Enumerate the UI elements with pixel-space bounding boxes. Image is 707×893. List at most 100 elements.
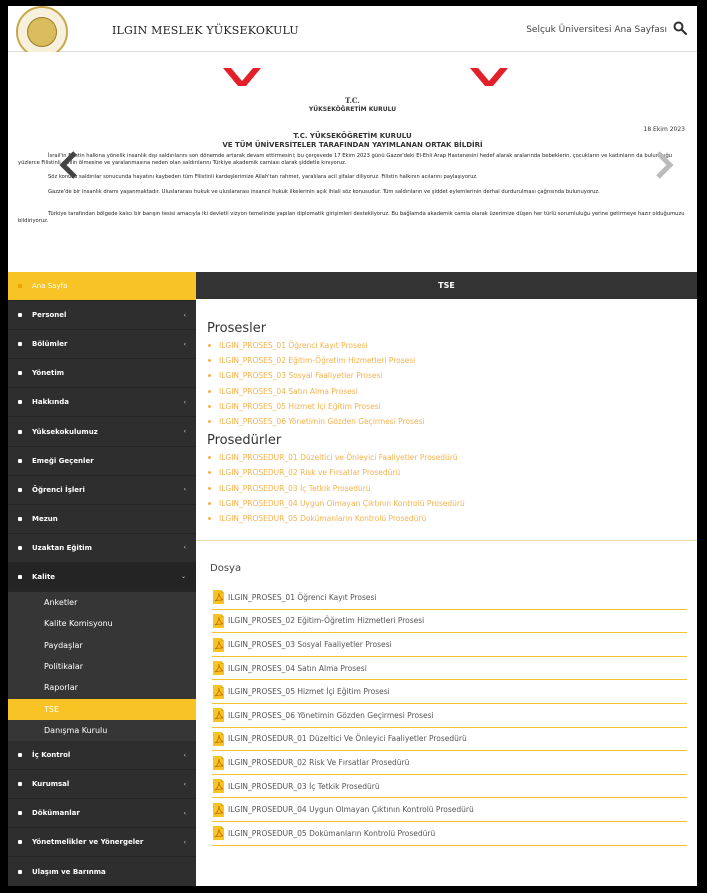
document-link[interactable]: ILGIN_PROSEDUR_02 Risk ve Fırsatlar Pros…: [208, 465, 697, 480]
document-link-label: ILGIN_PROSES_05 Hizmet İçi Eğitim Proses…: [219, 401, 381, 411]
sidebar-item-label: Ulaşım ve Barınma: [32, 867, 106, 876]
document-link[interactable]: ILGIN_PROSES_01 Öğrenci Kayıt Prosesi: [208, 338, 697, 353]
sidebar-subitem-politikalar[interactable]: Politikalar: [8, 655, 196, 678]
chevron-left-icon: ‹: [183, 780, 186, 788]
sidebar-item-label: Öğrenci İşleri: [32, 485, 85, 494]
university-logo[interactable]: [16, 6, 68, 58]
file-name[interactable]: ILGIN_PROSEDUR_04 Uygun Olmayan Çıktının…: [228, 805, 474, 814]
sidebar-subitem-payda-lar[interactable]: Paydaşlar: [8, 634, 196, 656]
sidebar-subitem-tse[interactable]: TSE: [8, 698, 196, 720]
chevron-left-icon: ‹: [183, 398, 186, 406]
file-row[interactable]: ILGIN_PROSEDUR_02 Risk Ve Fırsatlar Pros…: [212, 751, 687, 775]
chevron-left-icon: ‹: [183, 544, 186, 552]
pdf-file-icon: [212, 637, 225, 653]
file-name[interactable]: ILGIN_PROSES_03 Sosyal Faaliyetler Prose…: [228, 640, 392, 649]
chevron-left-icon: ‹: [183, 809, 186, 817]
sidebar-item-personel[interactable]: Personel ‹: [8, 301, 196, 331]
sidebar-item-ana-sayfa[interactable]: Ana Sayfa: [8, 272, 196, 302]
council-label: YÜKSEKÖĞRETİM KURULU: [308, 106, 397, 113]
sidebar-item-b-l-mler[interactable]: Bölümler ‹: [8, 330, 196, 360]
file-row[interactable]: ILGIN_PROSES_03 Sosyal Faaliyetler Prose…: [212, 633, 687, 657]
sidebar-subitem-raporlar[interactable]: Raporlar: [8, 677, 196, 699]
sidebar-item-ula-m-ve-bar-nma[interactable]: Ulaşım ve Barınma: [8, 857, 196, 886]
file-row[interactable]: ILGIN_PROSEDUR_01 Düzeltici Ve Önleyici …: [212, 728, 687, 752]
top-header: ILGIN MESLEK YÜKSEKOKULU Selçuk Üniversi…: [8, 6, 697, 58]
file-row[interactable]: ILGIN_PROSEDUR_04 Uygun Olmayan Çıktının…: [212, 798, 687, 822]
file-row[interactable]: ILGIN_PROSES_06 Yönetimin Gözden Geçirme…: [212, 704, 687, 728]
chevron-down-icon: ⌄: [180, 573, 186, 581]
document-link[interactable]: ILGIN_PROSES_06 Yönetimin Gözden Geçirme…: [208, 414, 697, 429]
file-name[interactable]: ILGIN_PROSES_05 Hizmet İçi Eğitim Proses…: [228, 687, 390, 696]
sidebar-item-label: Dökümanlar: [32, 809, 80, 818]
sidebar-item-kurumsal[interactable]: Kurumsal ‹: [8, 770, 196, 800]
bullet-icon: [208, 471, 211, 475]
document-link[interactable]: ILGIN_PROSEDUR_05 Dokümanların Kontrolü …: [208, 511, 697, 526]
chevron-left-icon[interactable]: [58, 150, 80, 180]
chevron-left-icon: ‹: [183, 311, 186, 319]
bullet-icon: [18, 487, 22, 492]
file-name[interactable]: ILGIN_PROSEDUR_03 İç Tetkik Prosedürü: [228, 782, 380, 791]
sidebar-item-i-kontrol[interactable]: İç Kontrol ‹: [8, 741, 196, 771]
school-name[interactable]: ILGIN MESLEK YÜKSEKOKULU: [112, 24, 299, 37]
sidebar-item-kalite[interactable]: Kalite ⌄: [8, 562, 196, 593]
prosedur-list: ILGIN_PROSEDUR_01 Düzeltici ve Önleyici …: [208, 450, 697, 526]
bullet-icon: [18, 840, 22, 845]
university-home-link[interactable]: Selçuk Üniversitesi Ana Sayfası: [526, 25, 667, 35]
file-row[interactable]: ILGIN_PROSES_01 Öğrenci Kayıt Prosesi: [212, 586, 687, 610]
sidebar-item-mezun[interactable]: Mezun: [8, 505, 196, 534]
file-row[interactable]: ILGIN_PROSES_05 Hizmet İçi Eğitim Proses…: [212, 680, 687, 705]
document-link-label: ILGIN_PROSEDUR_04 Uygun Olmayan Çıktının…: [219, 498, 465, 508]
sidebar-item-label: Yönetmelikler ve Yönergeler: [32, 838, 144, 847]
sidebar-item-eme-i-ge-enler[interactable]: Emeği Geçenler: [8, 447, 196, 476]
sidebar-item-label: Personel: [32, 311, 67, 320]
sidebar-item-label: Yüksekokulumuz: [32, 427, 98, 436]
file-row[interactable]: ILGIN_PROSEDUR_03 İç Tetkik Prosedürü: [212, 775, 687, 799]
sidebar-item-label: Emeği Geçenler: [32, 456, 94, 465]
bullet-icon: [18, 342, 22, 347]
sidebar-subitem-dan-ma-kurulu[interactable]: Danışma Kurulu: [8, 719, 196, 742]
sidebar-item-label: Mezun: [32, 514, 58, 523]
chevron-right-icon[interactable]: [653, 150, 675, 180]
divider: [196, 540, 697, 542]
announcement-slider: T.C. YÜKSEKÖĞRETİM KURULU 18 Ekim 2023 T…: [8, 52, 697, 272]
sidebar-item-y-netmelikler-ve-y-nergeler[interactable]: Yönetmelikler ve Yönergeler ‹: [8, 828, 196, 858]
chevron-left-icon: ‹: [183, 428, 186, 436]
main-content: TSE Prosesler ILGIN_PROSES_01 Öğrenci Ka…: [196, 272, 697, 886]
file-row[interactable]: ILGIN_PROSES_04 Satın Alma Prosesi: [212, 657, 687, 681]
file-name[interactable]: ILGIN_PROSES_01 Öğrenci Kayıt Prosesi: [228, 593, 377, 602]
bullet-icon: [18, 545, 22, 550]
document-link[interactable]: ILGIN_PROSES_03 Sosyal Faaliyetler Prose…: [208, 368, 697, 383]
sidebar-item-hakk-nda[interactable]: Hakkında ‹: [8, 388, 196, 418]
file-name[interactable]: ILGIN_PROSES_06 Yönetimin Gözden Geçirme…: [228, 711, 434, 720]
bullet-icon: [208, 486, 211, 490]
sidebar-item-label: Kurumsal: [32, 780, 70, 789]
file-name[interactable]: ILGIN_PROSEDUR_02 Risk Ve Fırsatlar Pros…: [228, 758, 409, 767]
sidebar-item-uzaktan-e-itim[interactable]: Uzaktan Eğitim ‹: [8, 534, 196, 563]
document-link[interactable]: ILGIN_PROSEDUR_04 Uygun Olmayan Çıktının…: [208, 496, 697, 511]
document-link[interactable]: ILGIN_PROSEDUR_03 İç Tetkik Prosedürü: [208, 481, 697, 496]
sidebar-item-y-netim[interactable]: Yönetim: [8, 359, 196, 389]
document-link[interactable]: ILGIN_PROSES_02 Eğitim-Öğretim Hizmetler…: [208, 353, 697, 368]
search-icon[interactable]: [673, 21, 687, 35]
file-name[interactable]: ILGIN_PROSEDUR_05 Dokümanların Kontrolü …: [228, 829, 435, 838]
sidebar-item-d-k-manlar[interactable]: Dökümanlar ‹: [8, 799, 196, 829]
sidebar-item-label: Bölümler: [32, 340, 68, 349]
bullet-icon: [18, 869, 22, 874]
file-name[interactable]: ILGIN_PROSES_04 Satın Alma Prosesi: [228, 664, 367, 673]
file-name[interactable]: ILGIN_PROSEDUR_01 Düzeltici Ve Önleyici …: [228, 734, 467, 743]
document-link[interactable]: ILGIN_PROSES_04 Satın Alma Prosesi: [208, 384, 697, 399]
yok-logo: [223, 68, 261, 86]
chevron-left-icon: ‹: [183, 751, 186, 759]
sidebar-subitem-kalite-komisyonu[interactable]: Kalite Komisyonu: [8, 613, 196, 635]
bullet-icon: [208, 420, 211, 424]
document-link[interactable]: ILGIN_PROSEDUR_01 Düzeltici ve Önleyici …: [208, 450, 697, 465]
file-name[interactable]: ILGIN_PROSES_02 Eğitim-Öğretim Hizmetler…: [228, 616, 424, 625]
sidebar-item-label: Kalite: [32, 572, 56, 581]
sidebar-subitem-anketler[interactable]: Anketler: [8, 592, 196, 614]
document-link[interactable]: ILGIN_PROSES_05 Hizmet İçi Eğitim Proses…: [208, 399, 697, 414]
sidebar-item-y-ksekokulumuz[interactable]: Yüksekokulumuz ‹: [8, 417, 196, 447]
sidebar-item-renci-i-leri[interactable]: Öğrenci İşleri ‹: [8, 476, 196, 505]
file-row[interactable]: ILGIN_PROSEDUR_05 Dokümanların Kontrolü …: [212, 822, 687, 846]
file-row[interactable]: ILGIN_PROSES_02 Eğitim-Öğretim Hizmetler…: [212, 610, 687, 634]
bullet-icon: [208, 516, 211, 520]
